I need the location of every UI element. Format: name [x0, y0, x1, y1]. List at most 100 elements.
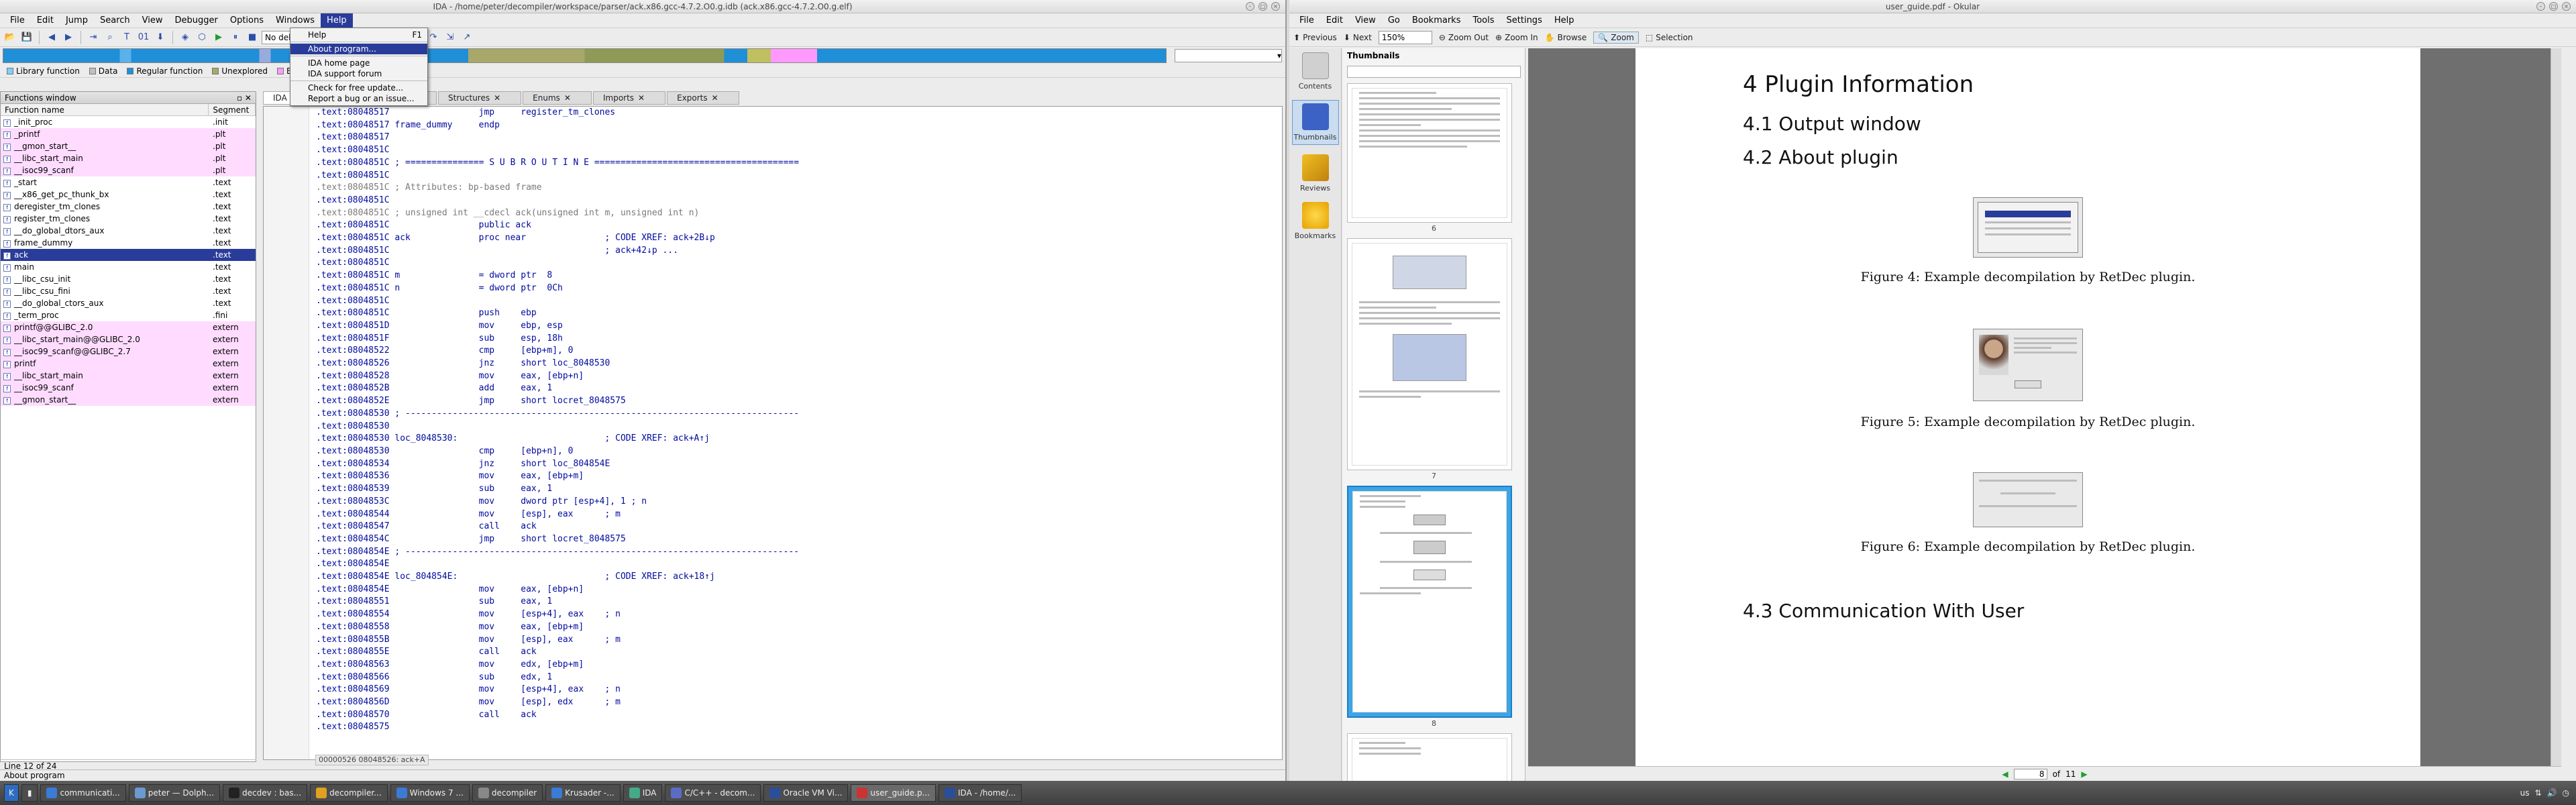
function-row[interactable]: f __libc_csu_init .text	[1, 273, 256, 285]
zoom-select[interactable]: 150%	[1378, 30, 1432, 44]
tab-close-icon[interactable]: ✕	[712, 92, 718, 104]
bookmarks-tab[interactable]: Bookmarks	[1292, 202, 1339, 240]
function-row[interactable]: f ack .text	[1, 249, 256, 261]
help-menu-item[interactable]: Help F1	[290, 30, 427, 40]
menu-view[interactable]: View	[136, 13, 169, 28]
zoom-tool-button[interactable]: 🔍 Zoom	[1593, 31, 1639, 44]
function-row[interactable]: f register_tm_clones .text	[1, 213, 256, 225]
function-row[interactable]: f __x86_get_pc_thunk_bx .text	[1, 189, 256, 201]
taskbar-item[interactable]: peter — Dolph...	[128, 784, 221, 802]
pause-icon[interactable]: ⏸	[228, 30, 243, 45]
save-icon[interactable]: 💾	[19, 30, 34, 45]
function-row[interactable]: f _init_proc .init	[1, 116, 256, 128]
taskbar-item[interactable]: C/C++ - decom...	[665, 784, 761, 802]
play-icon[interactable]: ▶	[211, 30, 226, 45]
function-row[interactable]: f _term_proc .fini	[1, 309, 256, 321]
function-row[interactable]: f __isoc99_scanf .plt	[1, 164, 256, 176]
okular-menu-edit[interactable]: Edit	[1320, 13, 1349, 28]
function-row[interactable]: f __do_global_dtors_aux .text	[1, 225, 256, 237]
menu-edit[interactable]: Edit	[31, 13, 60, 28]
disassembly-view[interactable]: .text:08048517 jmp register_tm_clones .te…	[263, 106, 1283, 760]
thumbnail-search-input[interactable]	[1347, 66, 1521, 78]
function-row[interactable]: f __libc_start_main .plt	[1, 152, 256, 164]
binary-search-icon[interactable]: 01	[136, 30, 151, 45]
function-row[interactable]: f _printf .plt	[1, 128, 256, 140]
back-icon[interactable]: ◀	[44, 30, 59, 45]
taskbar-item[interactable]: decdev : bas...	[223, 784, 308, 802]
function-row[interactable]: f main .text	[1, 261, 256, 273]
reviews-tab[interactable]: Reviews	[1292, 154, 1339, 193]
selection-button[interactable]: ⬚ Selection	[1646, 33, 1693, 42]
document-scrollbar[interactable]	[2551, 48, 2561, 766]
maximize-icon[interactable]: □	[1258, 2, 1267, 11]
step-out-icon[interactable]: ↗	[460, 30, 474, 45]
step-over-icon[interactable]: ↷	[426, 30, 441, 45]
close-icon[interactable]: ×	[2562, 2, 2571, 11]
function-row[interactable]: f __libc_start_main@@GLIBC_2.0 extern	[1, 333, 256, 345]
zoom-out-button[interactable]: ⊖ Zoom Out	[1439, 33, 1489, 42]
document-view[interactable]: 4 Plugin Information 4.1 Output window 4…	[1528, 48, 2561, 781]
tab-close-icon[interactable]: ✕	[638, 92, 645, 104]
help-menu-item[interactable]: Report a bug or an issue...	[290, 93, 427, 104]
ida-titlebar[interactable]: IDA - /home/peter/decompiler/workspace/p…	[0, 0, 1285, 13]
function-row[interactable]: f __gmon_start__ extern	[1, 394, 256, 406]
column-segment[interactable]: Segment	[209, 104, 256, 115]
help-menu-item[interactable]: Check for free update...	[290, 83, 427, 93]
tab-imports[interactable]: Imports ✕	[592, 91, 666, 105]
taskbar-item[interactable]: Oracle VM Vi...	[763, 784, 849, 802]
thumbnail-page-6[interactable]	[1347, 83, 1512, 223]
nav-band-select[interactable]: ▾	[1175, 49, 1282, 62]
help-menu-item[interactable]: About program...	[290, 44, 427, 54]
text-search-icon[interactable]: T	[119, 30, 134, 45]
minimize-icon[interactable]: –	[1246, 2, 1254, 11]
function-row[interactable]: f __libc_csu_fini .text	[1, 285, 256, 297]
taskbar-item[interactable]: user_guide.p...	[851, 784, 936, 802]
function-row[interactable]: f __isoc99_scanf extern	[1, 382, 256, 394]
function-row[interactable]: f deregister_tm_clones .text	[1, 201, 256, 213]
function-row[interactable]: f __isoc99_scanf@@GLIBC_2.7 extern	[1, 345, 256, 358]
okular-menu-file[interactable]: File	[1293, 13, 1320, 28]
help-menu-item[interactable]: IDA support forum	[290, 68, 427, 79]
function-row[interactable]: f printf@@GLIBC_2.0 extern	[1, 321, 256, 333]
run-to-cursor-icon[interactable]: ⇲	[443, 30, 458, 45]
okular-menu-go[interactable]: Go	[1382, 13, 1406, 28]
proximity-icon[interactable]: ⬡	[195, 30, 209, 45]
tab-close-icon[interactable]: ✕	[494, 92, 500, 104]
tab-exports[interactable]: Exports ✕	[667, 91, 739, 105]
graph-icon[interactable]: ◈	[178, 30, 193, 45]
keyboard-layout[interactable]: us	[2520, 788, 2530, 798]
function-row[interactable]: f __gmon_start__ .plt	[1, 140, 256, 152]
taskbar-item[interactable]: IDA - /home/...	[938, 784, 1022, 802]
taskbar-item[interactable]: communicati...	[40, 784, 126, 802]
terminal-launcher[interactable]: ▮	[21, 784, 38, 802]
navigation-band[interactable]	[3, 48, 1167, 63]
jump-icon[interactable]: ⇥	[86, 30, 101, 45]
menu-options[interactable]: Options	[224, 13, 270, 28]
help-menu-item[interactable]: IDA home page	[290, 58, 427, 68]
volume-icon[interactable]: 🔊	[2547, 788, 2557, 798]
taskbar-item[interactable]: decompiler...	[310, 784, 388, 802]
next-button[interactable]: ⬇ Next	[1344, 33, 1372, 42]
minimize-icon[interactable]: –	[2536, 2, 2545, 11]
okular-menu-settings[interactable]: Settings	[1501, 13, 1548, 28]
next-page-icon[interactable]: ▶	[2081, 769, 2087, 779]
first-page-icon[interactable]: ◀	[2002, 769, 2008, 779]
close-icon[interactable]: ×	[1271, 2, 1280, 11]
maximize-icon[interactable]: □	[2549, 2, 2558, 11]
contents-tab[interactable]: Contents	[1292, 52, 1339, 91]
thumbnail-page-8[interactable]	[1347, 486, 1512, 718]
okular-menu-view[interactable]: View	[1349, 13, 1382, 28]
forward-icon[interactable]: ▶	[61, 30, 76, 45]
function-row[interactable]: f _start .text	[1, 176, 256, 189]
tab-enums[interactable]: Enums ✕	[523, 91, 592, 105]
tab-close-icon[interactable]: ✕	[564, 92, 571, 104]
search-icon[interactable]: ⌕	[103, 30, 117, 45]
browse-button[interactable]: ✋ Browse	[1545, 33, 1587, 42]
okular-menu-tools[interactable]: Tools	[1466, 13, 1500, 28]
thumbnails-tab[interactable]: Thumbnails	[1291, 100, 1339, 145]
menu-windows[interactable]: Windows	[270, 13, 321, 28]
clock-icon[interactable]: ◷	[2563, 788, 2569, 798]
start-menu-button[interactable]: K	[4, 784, 19, 802]
panel-close-icon[interactable]: ▫ ✕	[237, 92, 256, 103]
column-function-name[interactable]: Function name	[1, 104, 209, 115]
